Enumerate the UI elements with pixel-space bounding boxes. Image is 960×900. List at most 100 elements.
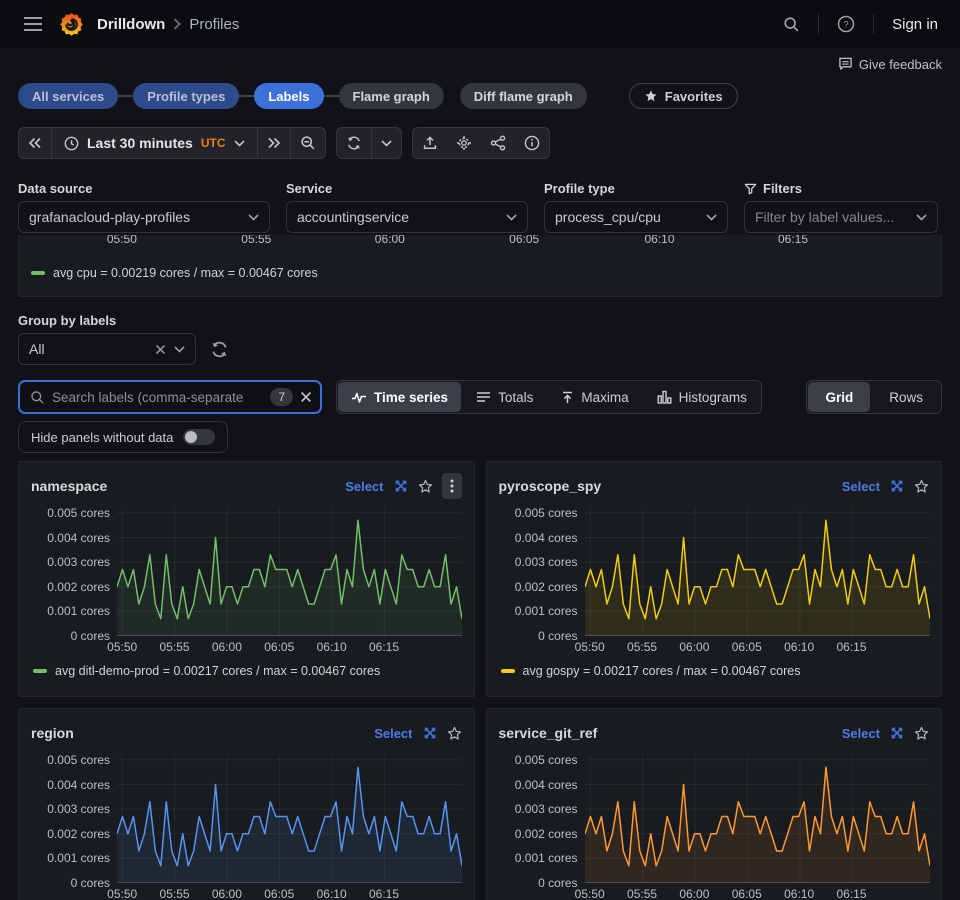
select-button[interactable]: Select <box>374 726 412 741</box>
grafana-logo[interactable] <box>58 11 85 38</box>
expand-arrows-icon[interactable] <box>889 725 905 741</box>
step-flame-graph[interactable]: Flame graph <box>339 83 444 109</box>
star-icon <box>644 89 658 103</box>
give-feedback-button[interactable]: Give feedback <box>838 55 942 73</box>
filters-label: Filters <box>763 181 802 196</box>
overview-legend[interactable]: avg cpu = 0.00219 cores / max = 0.00467 … <box>31 266 318 280</box>
time-series-plot <box>585 755 930 883</box>
time-range-picker[interactable]: Last 30 minutes UTC <box>51 128 257 158</box>
clear-icon <box>300 391 312 403</box>
view-mode-maxima[interactable]: Maxima <box>548 382 641 412</box>
y-axis: 0.005 cores0.004 cores0.003 cores0.002 c… <box>31 508 117 636</box>
settings-button[interactable] <box>447 128 481 158</box>
x-axis: 05:5005:5506:0006:0506:1006:15 <box>117 885 462 900</box>
arrow-to-top-icon <box>561 391 574 404</box>
search-labels-box[interactable]: 7 <box>18 380 322 414</box>
search-icon[interactable] <box>776 9 806 39</box>
time-series-plot <box>117 755 462 883</box>
group-by-label: Group by labels <box>18 313 942 328</box>
angle-down-icon <box>381 140 392 147</box>
panel-title: namespace <box>31 478 107 494</box>
select-button[interactable]: Select <box>345 479 383 494</box>
breadcrumb-chevron-icon <box>173 18 181 30</box>
step-all-services[interactable]: All services <box>18 83 118 109</box>
search-labels-input[interactable] <box>52 390 263 405</box>
legend-swatch <box>33 669 47 673</box>
data-source-label: Data source <box>18 181 270 196</box>
service-select[interactable]: accountingservice <box>286 201 528 233</box>
label-panels-grid: namespace Select 0.005 cores0.004 cores0… <box>18 461 942 900</box>
wizard-steps: All services Profile types Labels Flame … <box>18 83 942 109</box>
x-axis: 05:5005:5506:0006:0506:1006:15 <box>585 885 930 900</box>
angle-down-icon <box>916 214 927 221</box>
data-source-select[interactable]: grafanacloud-play-profiles <box>18 201 270 233</box>
step-profile-types[interactable]: Profile types <box>133 83 239 109</box>
group-by-select[interactable]: All <box>18 333 196 365</box>
panel-title: service_git_ref <box>499 725 598 741</box>
time-back-button[interactable] <box>19 128 51 158</box>
results-count-badge: 7 <box>270 388 293 406</box>
view-mode-group: Time series Totals Maxima Histograms <box>336 380 762 414</box>
pulse-icon <box>351 391 367 404</box>
info-circle-icon <box>524 135 540 151</box>
profile-type-label: Profile type <box>544 181 728 196</box>
time-forward-button[interactable] <box>257 128 290 158</box>
upload-icon <box>422 135 438 151</box>
angle-down-icon <box>706 214 717 221</box>
filters-control: Filters Filter by label values... <box>744 181 938 233</box>
time-series-plot <box>117 508 462 636</box>
info-button[interactable] <box>515 128 549 158</box>
panel-legend[interactable]: avg gospy = 0.00217 cores / max = 0.0046… <box>499 663 930 679</box>
share-button[interactable] <box>481 128 515 158</box>
header-divider <box>873 14 874 34</box>
help-icon[interactable]: ? <box>831 9 861 39</box>
view-mode-time-series[interactable]: Time series <box>338 382 461 412</box>
expand-arrows-icon[interactable] <box>393 478 409 494</box>
star-icon[interactable] <box>914 479 929 494</box>
expand-arrows-icon[interactable] <box>889 478 905 494</box>
step-labels[interactable]: Labels <box>254 83 323 109</box>
label-panel-service_git_ref: service_git_ref Select 0.005 cores0.004 … <box>486 708 943 900</box>
hide-panels-toggle[interactable] <box>183 429 215 445</box>
time-series-plot <box>585 508 930 636</box>
star-icon[interactable] <box>447 726 462 741</box>
step-diff-flame-graph[interactable]: Diff flame graph <box>460 83 587 109</box>
kebab-menu-icon[interactable] <box>442 473 462 499</box>
menu-icon[interactable] <box>16 7 50 41</box>
refresh-button[interactable] <box>337 128 371 158</box>
refresh-interval-dropdown[interactable] <box>371 128 401 158</box>
legend-swatch <box>501 669 515 673</box>
star-icon[interactable] <box>418 479 433 494</box>
view-mode-totals[interactable]: Totals <box>463 382 546 412</box>
select-button[interactable]: Select <box>842 726 880 741</box>
view-mode-histograms[interactable]: Histograms <box>644 382 760 412</box>
zoom-out-button[interactable] <box>290 128 325 158</box>
query-controls: Data source grafanacloud-play-profiles S… <box>18 181 942 233</box>
sign-in-button[interactable]: Sign in <box>886 16 944 33</box>
hide-panels-label: Hide panels without data <box>31 430 173 445</box>
layout-grid[interactable]: Grid <box>808 382 870 412</box>
select-button[interactable]: Select <box>842 479 880 494</box>
comment-icon <box>838 57 853 71</box>
give-feedback-label: Give feedback <box>859 57 942 72</box>
filters-select[interactable]: Filter by label values... <box>744 201 938 233</box>
layout-mode-group: Grid Rows <box>806 380 942 414</box>
export-button[interactable] <box>413 128 447 158</box>
label-panel-namespace: namespace Select 0.005 cores0.004 cores0… <box>18 461 475 697</box>
angle-down-icon <box>174 346 185 353</box>
app-header: Drilldown Profiles ? Sign in <box>0 0 960 48</box>
cpu-overview-panel-clipped: 05:5005:5506:0006:0506:1006:15 avg cpu =… <box>18 235 942 297</box>
refresh-labels-button[interactable] <box>210 340 229 359</box>
timezone-label: UTC <box>201 136 226 150</box>
layout-rows[interactable]: Rows <box>872 382 940 412</box>
angle-down-icon <box>234 140 245 147</box>
favorites-button[interactable]: Favorites <box>629 83 738 109</box>
panel-legend[interactable]: avg ditl-demo-prod = 0.00217 cores / max… <box>31 663 462 679</box>
profile-type-select[interactable]: process_cpu/cpu <box>544 201 728 233</box>
time-range-label: Last 30 minutes <box>87 135 193 151</box>
y-axis: 0.005 cores0.004 cores0.003 cores0.002 c… <box>31 755 117 883</box>
breadcrumb-app[interactable]: Drilldown <box>97 16 165 33</box>
clear-search-button[interactable] <box>300 391 312 403</box>
expand-arrows-icon[interactable] <box>422 725 438 741</box>
star-icon[interactable] <box>914 726 929 741</box>
